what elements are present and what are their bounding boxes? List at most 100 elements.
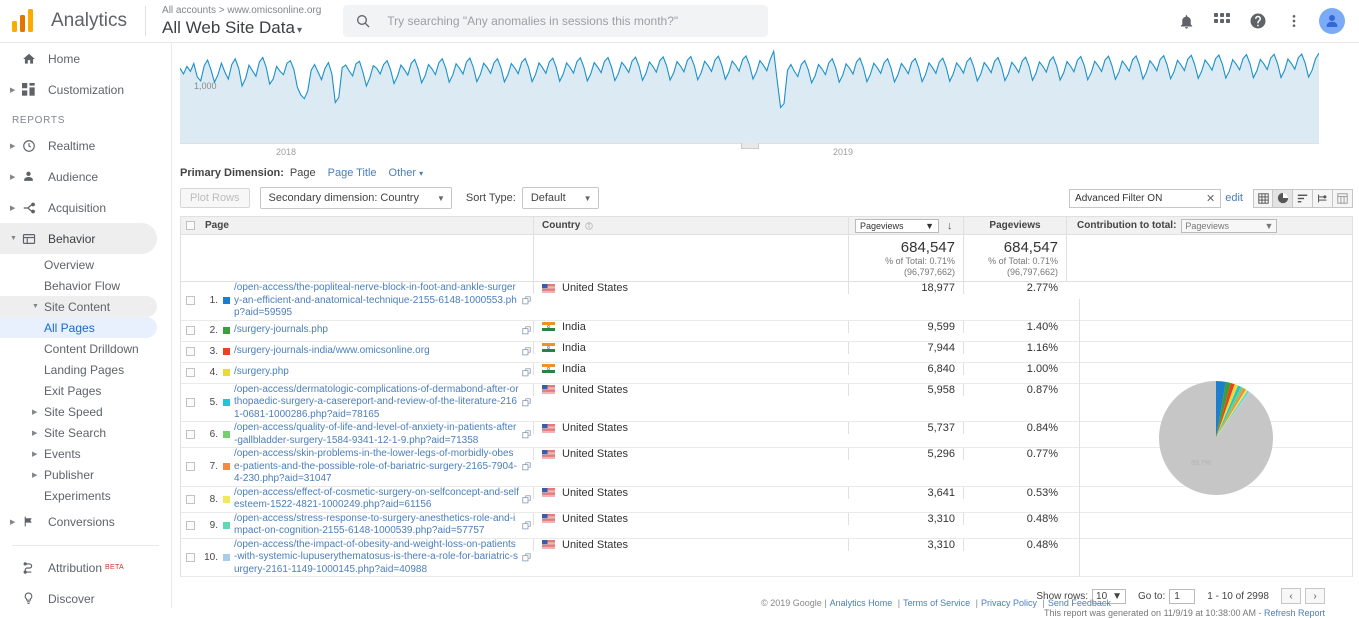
row-page-url[interactable]: /surgery-journals.php [234, 324, 519, 337]
sidebar-item-events[interactable]: ▶ Events [0, 443, 171, 464]
row-checkbox[interactable] [181, 363, 200, 383]
open-in-new-icon[interactable] [519, 495, 533, 504]
sidebar-item-overview[interactable]: Overview [0, 254, 171, 275]
footer-link-feedback[interactable]: Send Feedback [1048, 598, 1111, 608]
row-checkbox[interactable] [181, 422, 200, 447]
row-checkbox[interactable] [181, 384, 200, 422]
secondary-dimension-select[interactable]: Secondary dimension: Country▼ [260, 187, 452, 209]
row-page-url[interactable]: /open-access/stress-response-to-surgery-… [234, 513, 519, 538]
dimension-link-page-title[interactable]: Page Title [328, 167, 377, 179]
sort-type-label: Sort Type: [466, 192, 516, 204]
timeline-chart[interactable]: 1,000 [180, 48, 1319, 143]
row-page-url[interactable]: /open-access/quality-of-life-and-level-o… [234, 422, 519, 447]
advanced-filter-input[interactable] [1069, 189, 1221, 208]
footer-link-privacy[interactable]: Privacy Policy [981, 598, 1037, 608]
open-in-new-icon[interactable] [519, 347, 533, 356]
sidebar-item-publisher[interactable]: ▶ Publisher [0, 464, 171, 485]
open-in-new-icon[interactable] [519, 553, 533, 562]
metric-select[interactable]: Pageviews▼ [855, 219, 939, 233]
performance-view-icon[interactable] [1293, 189, 1313, 208]
footer-link-terms[interactable]: Terms of Service [903, 598, 970, 608]
row-page-url[interactable]: /open-access/skin-problems-in-the-lower-… [234, 448, 519, 486]
chevron-down-icon: ▼ [10, 235, 22, 242]
column-header-page[interactable]: Page [200, 220, 533, 231]
flag-icon-us [542, 424, 555, 433]
sidebar-item-customization[interactable]: ▶ Customization [0, 74, 171, 105]
view-selector[interactable]: All Web Site Data▾ [162, 19, 321, 38]
open-in-new-icon[interactable] [519, 296, 533, 305]
sidebar-item-attribution[interactable]: Attribution BETA [0, 552, 171, 583]
sidebar-item-landing-pages[interactable]: Landing Pages [0, 359, 171, 380]
row-page-url[interactable]: /open-access/the-impact-of-obesity-and-w… [234, 539, 519, 577]
row-checkbox[interactable] [181, 487, 200, 512]
sidebar-item-label: Experiments [44, 489, 111, 503]
plot-rows-button[interactable]: Plot Rows [180, 188, 250, 208]
sidebar-item-label: Publisher [44, 468, 94, 482]
search-box[interactable] [343, 5, 768, 37]
select-all-checkbox[interactable] [181, 221, 200, 230]
open-in-new-icon[interactable] [519, 430, 533, 439]
column-header-pageviews[interactable]: Pageviews [963, 217, 1066, 234]
row-page-url[interactable]: /open-access/the-popliteal-nerve-block-i… [234, 282, 519, 320]
refresh-report-link[interactable]: Refresh Report [1264, 608, 1325, 618]
open-in-new-icon[interactable] [519, 326, 533, 335]
close-icon[interactable]: ✕ [1206, 192, 1215, 205]
row-percent-cell: 1.40% [963, 321, 1066, 333]
info-icon[interactable] [585, 222, 593, 230]
row-page-url[interactable]: /surgery.php [234, 366, 519, 379]
contribution-select[interactable]: Pageviews▼ [1181, 219, 1277, 233]
bell-icon[interactable] [1175, 10, 1197, 32]
sidebar-item-label: All Pages [44, 321, 95, 335]
avatar[interactable] [1319, 8, 1345, 34]
sidebar-item-label: Discover [48, 592, 95, 606]
open-in-new-icon[interactable] [519, 398, 533, 407]
row-page-url[interactable]: /open-access/effect-of-cosmetic-surgery-… [234, 487, 519, 512]
sidebar-item-content-drilldown[interactable]: Content Drilldown [0, 338, 171, 359]
sidebar-item-site-content[interactable]: ▼ Site Content [0, 296, 157, 317]
comparison-view-icon[interactable] [1313, 189, 1333, 208]
sidebar-item-experiments[interactable]: Experiments [0, 485, 171, 506]
row-checkbox[interactable] [181, 513, 200, 538]
sidebar-item-conversions[interactable]: ▶ Conversions [0, 506, 171, 537]
row-checkbox[interactable] [181, 282, 200, 320]
sidebar-item-exit-pages[interactable]: Exit Pages [0, 380, 171, 401]
pie-view-icon[interactable] [1273, 189, 1293, 208]
edit-filter-link[interactable]: edit [1225, 192, 1243, 204]
row-checkbox[interactable] [181, 539, 200, 577]
sidebar-item-behavior[interactable]: ▼ Behavior [0, 223, 157, 254]
sort-descending-icon[interactable]: ↓ [947, 220, 953, 232]
row-country-name: United States [562, 282, 628, 294]
footer-link-analytics-home[interactable]: Analytics Home [830, 598, 893, 608]
row-checkbox[interactable] [181, 321, 200, 341]
row-checkbox[interactable] [181, 448, 200, 486]
row-checkbox[interactable] [181, 342, 200, 362]
sidebar-item-site-speed[interactable]: ▶ Site Speed [0, 401, 171, 422]
sidebar-item-acquisition[interactable]: ▶ Acquisition [0, 192, 171, 223]
apps-grid-icon[interactable] [1211, 10, 1233, 32]
sort-type-select[interactable]: Default▼ [522, 187, 599, 209]
search-input[interactable] [385, 13, 756, 29]
sidebar-item-behavior-flow[interactable]: Behavior Flow [0, 275, 171, 296]
sidebar-item-site-search[interactable]: ▶ Site Search [0, 422, 171, 443]
dimension-link-other[interactable]: Other▾ [389, 167, 424, 179]
table-view-icon[interactable] [1253, 189, 1273, 208]
open-in-new-icon[interactable] [519, 368, 533, 377]
row-country-cell: India [533, 321, 848, 333]
open-in-new-icon[interactable] [519, 462, 533, 471]
sidebar-item-home[interactable]: Home [0, 43, 171, 74]
row-page-url[interactable]: /surgery-journals-india/www.omicsonline.… [234, 345, 519, 358]
sidebar-item-audience[interactable]: ▶ Audience [0, 161, 171, 192]
help-icon[interactable] [1247, 10, 1269, 32]
pivot-view-icon[interactable] [1333, 189, 1353, 208]
column-header-country[interactable]: Country [533, 217, 848, 234]
sidebar-item-discover[interactable]: Discover [0, 583, 171, 608]
sidebar-item-label: Home [48, 52, 80, 66]
row-page-url[interactable]: /open-access/dermatologic-complications-… [234, 384, 519, 422]
timeline-drag-handle[interactable] [741, 143, 759, 149]
sidebar-item-realtime[interactable]: ▶ Realtime [0, 130, 171, 161]
sidebar-item-all-pages[interactable]: All Pages [0, 317, 157, 338]
chevron-right-icon: ▶ [10, 86, 22, 94]
more-vertical-icon[interactable] [1283, 10, 1305, 32]
account-selector[interactable]: All accounts > www.omicsonline.org All W… [162, 5, 321, 38]
open-in-new-icon[interactable] [519, 521, 533, 530]
